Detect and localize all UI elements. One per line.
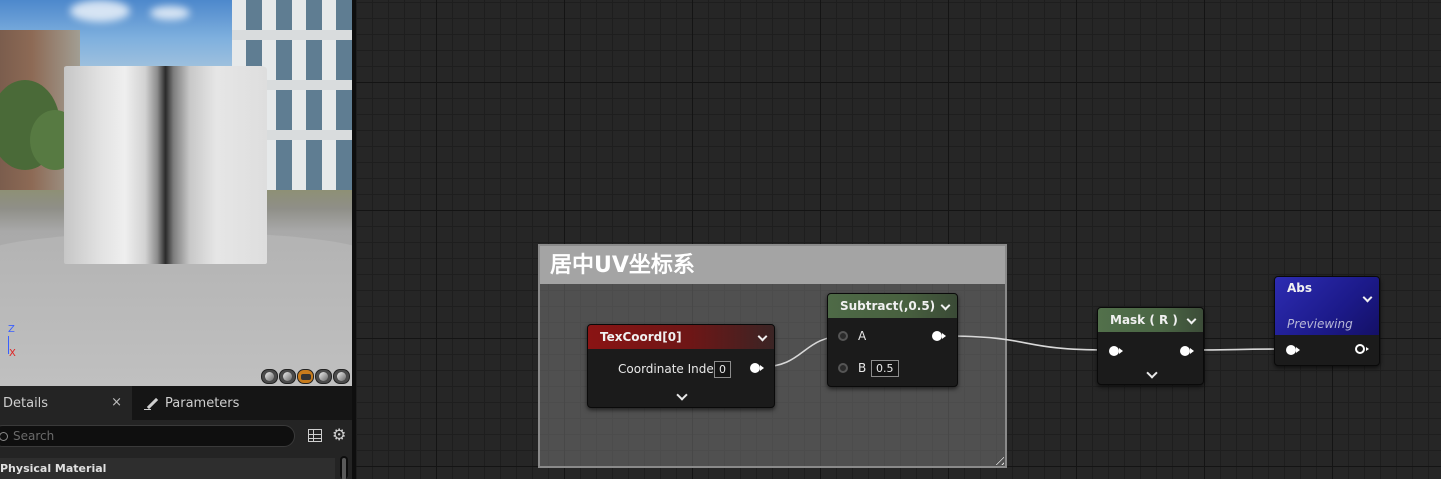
texcoord-output-pin[interactable]: [750, 363, 764, 373]
wire-mask-to-abs: [1189, 348, 1287, 351]
comment-resize-handle[interactable]: [992, 453, 1004, 465]
node-abs-header[interactable]: Abs Previewing: [1275, 277, 1379, 335]
material-graph-canvas[interactable]: 居中UV坐标系 TexCoord[0] Coordinate Index 0 S…: [356, 0, 1441, 479]
subtract-output-pin[interactable]: [932, 331, 946, 341]
chevron-down-icon[interactable]: [1186, 308, 1197, 332]
mask-output-pin[interactable]: [1180, 346, 1194, 356]
node-texcoord-header[interactable]: TexCoord[0]: [588, 325, 774, 349]
search-icon: [0, 431, 8, 441]
section-label: Physical Material: [0, 462, 107, 475]
node-abs[interactable]: Abs Previewing: [1274, 276, 1380, 366]
node-abs-previewing: Previewing: [1287, 317, 1353, 331]
sphere-icon[interactable]: [279, 369, 296, 384]
search-input[interactable]: [13, 429, 273, 443]
abs-input-pin[interactable]: [1286, 345, 1300, 355]
search-box: [0, 425, 295, 447]
details-tab-bar: Details × Parameters: [0, 386, 352, 420]
left-panel: Z X Details × Parameters ⚙ Physic: [0, 0, 352, 479]
coordinate-index-value[interactable]: 0: [714, 361, 731, 378]
subtract-b-label: B: [858, 361, 867, 375]
details-body: ⚙ Physical Material: [0, 420, 352, 479]
subtract-b-value[interactable]: 0.5: [871, 360, 899, 377]
chevron-down-icon[interactable]: [940, 294, 951, 318]
section-physical-material[interactable]: Physical Material: [0, 458, 335, 479]
subtract-a-label: A: [858, 329, 867, 343]
expand-icon[interactable]: [1146, 367, 1158, 379]
axis-z-label: Z: [8, 324, 15, 335]
details-scrollbar[interactable]: [340, 456, 348, 479]
tab-details-label: Details: [3, 395, 49, 411]
axis-gizmo: Z X: [4, 324, 18, 362]
subtract-input-a-pin[interactable]: [838, 331, 848, 341]
node-texcoord[interactable]: TexCoord[0] Coordinate Index 0: [587, 324, 775, 408]
mask-input-pin[interactable]: [1109, 346, 1123, 356]
expand-icon[interactable]: [676, 389, 688, 401]
comment-title[interactable]: 居中UV坐标系: [540, 246, 1005, 284]
tab-details[interactable]: Details ×: [0, 386, 132, 420]
cylinder-icon[interactable]: [261, 369, 278, 384]
close-icon[interactable]: ×: [111, 395, 122, 410]
chevron-down-icon[interactable]: [757, 325, 768, 349]
node-mask-header[interactable]: Mask ( R ): [1098, 308, 1203, 332]
axis-x-label: X: [9, 348, 16, 359]
node-mask[interactable]: Mask ( R ): [1097, 307, 1204, 385]
preview-shape-toolbar: [261, 369, 350, 384]
preview-mesh: [64, 66, 267, 264]
gear-icon[interactable]: ⚙: [332, 427, 346, 443]
plane-icon[interactable]: [297, 369, 314, 384]
pencil-icon: [144, 396, 159, 410]
node-texcoord-title: TexCoord[0]: [600, 330, 682, 344]
custom-mesh-icon[interactable]: [333, 369, 350, 384]
cube-icon[interactable]: [315, 369, 332, 384]
tab-parameters[interactable]: Parameters: [140, 386, 239, 420]
coordinate-index-label: Coordinate Index: [618, 362, 721, 376]
node-mask-title: Mask ( R ): [1110, 313, 1178, 327]
tab-parameters-label: Parameters: [165, 395, 240, 411]
abs-output-pin[interactable]: [1355, 344, 1369, 354]
subtract-input-b-pin[interactable]: [838, 363, 848, 373]
node-subtract-title: Subtract(,0.5): [840, 299, 936, 313]
node-subtract[interactable]: Subtract(,0.5) A B 0.5: [827, 293, 958, 387]
chevron-down-icon[interactable]: [1362, 287, 1373, 309]
material-preview-viewport[interactable]: Z X: [0, 0, 352, 386]
table-view-icon[interactable]: [308, 429, 322, 442]
node-subtract-header[interactable]: Subtract(,0.5): [828, 294, 957, 318]
node-abs-title: Abs: [1287, 281, 1313, 295]
